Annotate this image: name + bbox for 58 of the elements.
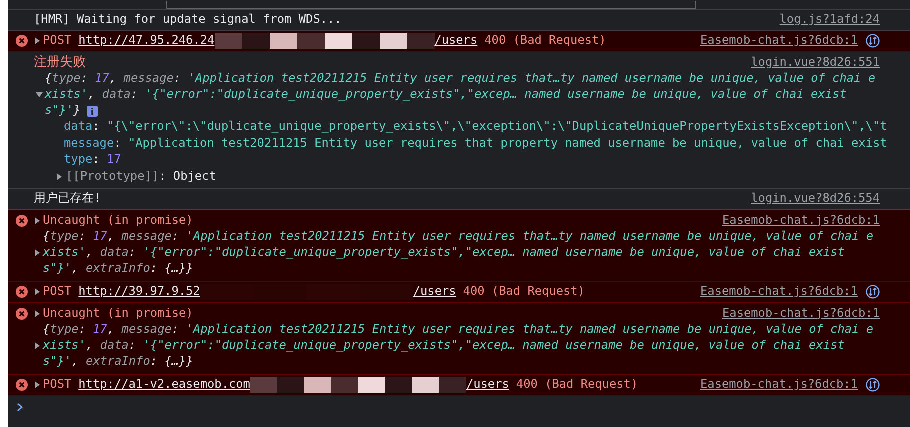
log-message: 用户已存在! bbox=[34, 190, 102, 208]
info-icon[interactable] bbox=[86, 106, 98, 116]
error-icon bbox=[16, 35, 28, 47]
collapsed-triangle-icon[interactable] bbox=[34, 37, 41, 45]
status-text: 400 (Bad Request) bbox=[516, 376, 638, 394]
collapsed-triangle-icon[interactable] bbox=[34, 310, 41, 318]
object-preview-line: {type: 17, message: 'Application test20211215 Entity user requires that…ty named username be unique, value of chai e bbox=[43, 228, 874, 246]
source-link[interactable]: Easemob-chat.js?6dcb:1 bbox=[700, 376, 858, 394]
error-icon bbox=[16, 214, 28, 226]
request-method: POST bbox=[43, 283, 72, 300]
object-preview-line: s"}'} bbox=[45, 102, 81, 120]
request-url-link[interactable]: http://a1-v2.easemob.com bbox=[78, 376, 250, 394]
source-link[interactable]: login.vue?8d26:551 bbox=[751, 54, 880, 72]
property-row-text: type: 17 bbox=[64, 151, 122, 168]
error-icon bbox=[16, 308, 28, 320]
log-message: 注册失败 bbox=[34, 54, 87, 72]
collapsed-triangle-icon[interactable] bbox=[34, 381, 41, 389]
source-link[interactable]: Easemob-chat.js?6dcb:1 bbox=[700, 283, 858, 301]
network-request-icon[interactable] bbox=[866, 378, 880, 392]
filter-field[interactable] bbox=[166, 1, 696, 9]
log-message: [HMR] Waiting for update signal from WDS... bbox=[34, 11, 343, 28]
error-icon bbox=[16, 286, 28, 298]
source-link[interactable]: log.js?1afd:24 bbox=[780, 11, 880, 29]
object-preview-line: s"}', extraInfo: {…}} bbox=[43, 260, 194, 278]
request-url-link[interactable]: http://39.97.9.52 bbox=[78, 283, 200, 301]
error-message: Uncaught (in promise) bbox=[43, 212, 194, 229]
object-preview-line: s"}', extraInfo: {…}} bbox=[43, 353, 194, 370]
source-link[interactable]: login.vue?8d26:554 bbox=[751, 190, 880, 208]
request-url-link[interactable]: /users bbox=[434, 32, 478, 50]
collapsed-triangle-icon[interactable] bbox=[34, 342, 41, 350]
network-request-icon[interactable] bbox=[866, 285, 880, 299]
collapsed-triangle-icon[interactable] bbox=[34, 249, 41, 257]
error-icon bbox=[16, 379, 28, 391]
status-text: 400 (Bad Request) bbox=[463, 283, 585, 300]
property-row-text: message: "Application test20211215 Entity user requires that property named username be unique, value of chai exist bbox=[64, 134, 888, 152]
object-preview-line: {type: 17, message: 'Application test20211215 Entity user requires that…ty named username be unique, value of chai e bbox=[43, 321, 874, 338]
source-link[interactable]: Easemob-chat.js?6dcb:1 bbox=[722, 212, 880, 230]
collapsed-triangle-icon[interactable] bbox=[34, 288, 41, 296]
object-preview-line: xists', data: '{"error":"duplicate_unique_property_exists","excep… named username be unique, value of chai exist bbox=[43, 244, 845, 262]
request-url-link[interactable]: /users bbox=[466, 376, 510, 394]
prompt-chevron-icon bbox=[17, 402, 23, 412]
expanded-triangle-icon[interactable] bbox=[36, 91, 43, 99]
collapsed-triangle-icon[interactable] bbox=[56, 172, 63, 181]
error-message: Uncaught (in promise) bbox=[43, 304, 194, 322]
collapsed-triangle-icon[interactable] bbox=[34, 216, 41, 224]
object-preview-line: {type: 17, message: 'Application test20211215 Entity user requires that…ty named username be unique, value of chai e bbox=[45, 70, 876, 88]
property-row-text: [[Prototype]]: Object bbox=[66, 168, 216, 185]
status-text: 400 (Bad Request) bbox=[484, 32, 606, 50]
request-url-link[interactable]: /users bbox=[413, 283, 456, 301]
object-preview-line: xists', data: '{"error":"duplicate_unique_property_exists","excep… named username be unique, value of chai exist bbox=[45, 86, 847, 104]
source-link[interactable]: Easemob-chat.js?6dcb:1 bbox=[722, 304, 880, 322]
object-preview-line: xists', data: '{"error":"duplicate_unique_property_exists","excep… named username be unique, value of chai exist bbox=[43, 337, 845, 354]
network-request-icon[interactable] bbox=[866, 34, 880, 48]
request-method: POST bbox=[43, 32, 72, 50]
request-method: POST bbox=[43, 376, 72, 394]
property-row-text: data: "{\"error\":\"duplicate_unique_property_exists\",\"exception\":\"DuplicateUniquePropertyExistsException\",\"t bbox=[64, 118, 888, 136]
request-url-link[interactable]: http://47.95.246.24 bbox=[78, 32, 215, 50]
source-link[interactable]: Easemob-chat.js?6dcb:1 bbox=[700, 32, 858, 50]
